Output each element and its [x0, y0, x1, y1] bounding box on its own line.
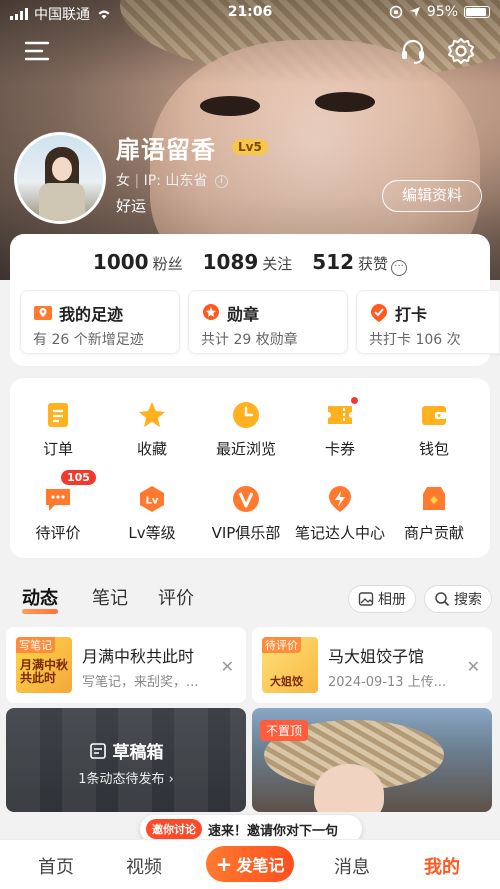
lightning-icon: [329, 486, 351, 512]
vip-icon: [233, 486, 259, 512]
username: 扉语留香: [116, 136, 216, 164]
feed-thumb-text: 月满中秋共此时: [20, 658, 69, 685]
coupon-red-dot: [350, 396, 359, 405]
close-icon[interactable]: ✕: [221, 657, 234, 676]
grid-item-orders[interactable]: 订单: [10, 400, 106, 459]
user-subinfo: 女 | IP: 山东省 i: [116, 170, 228, 190]
feed-tag: 待评价: [262, 637, 301, 653]
promo-chip: 邀你讨论: [146, 819, 202, 839]
feed-tag: 写笔记: [16, 637, 55, 653]
feed-title: 月满中秋共此时: [82, 647, 195, 666]
medal-title: 勋章: [227, 305, 260, 324]
nav-home[interactable]: 首页: [38, 853, 74, 879]
medal-card[interactable]: 勋章 共计 29 枚勋章: [188, 290, 348, 354]
feed-sub: 写笔记，来刮奖，...: [82, 675, 199, 690]
grid-item-wallet[interactable]: 钱包: [386, 400, 482, 459]
level-badge[interactable]: Lv5: [232, 139, 268, 155]
grid-item-merchant-contribution[interactable]: 商户贡献: [386, 484, 482, 543]
battery-icon: [464, 6, 490, 18]
drafts-sub: 1条动态待发布: [78, 772, 165, 787]
pending-review-count-badge: 105: [61, 470, 96, 485]
grid-item-favorites[interactable]: 收藏: [104, 400, 200, 459]
nav-video[interactable]: 视频: [126, 853, 162, 879]
comment-icon: [46, 489, 70, 511]
chevron-right-icon: ›: [168, 772, 174, 787]
tab-notes[interactable]: 笔记: [92, 584, 128, 610]
rotation-lock-icon: [389, 5, 403, 19]
ip-location: IP: 山东省: [143, 173, 208, 189]
feed-thumb-text: 大姐饺: [270, 675, 303, 688]
pin-label[interactable]: 不置顶: [260, 720, 309, 741]
gender-label: 女: [116, 173, 130, 189]
feed-sub: 2024-09-13 上传...: [328, 675, 447, 690]
close-icon[interactable]: ✕: [467, 657, 480, 676]
followers-stat[interactable]: 1000 粉丝: [93, 250, 183, 274]
nav-me[interactable]: 我的: [424, 853, 460, 879]
wallet-icon: [422, 406, 446, 425]
tab-reviews[interactable]: 评价: [158, 584, 194, 610]
grid-item-coupons[interactable]: 卡券: [292, 396, 388, 459]
more-icon[interactable]: ···: [391, 260, 408, 276]
footprint-title: 我的足迹: [59, 305, 124, 324]
medal-icon: [203, 304, 219, 320]
checkin-sub: 共打卡 106 次: [369, 332, 461, 348]
nav-messages[interactable]: 消息: [334, 853, 370, 879]
footprint-sub: 有 26 个新增足迹: [33, 332, 144, 348]
feed-thumb: 写笔记 月满中秋共此时: [16, 637, 72, 693]
services-grid: 订单 收藏 最近浏览 卡券 钱包 105 待评价 Lv Lv等级 VIP俱乐部 …: [10, 378, 490, 558]
stats-card: 1000 粉丝 1089 关注 512 获赞 ··· 我的足迹 有 26 个新增足迹 勋…: [10, 234, 500, 366]
photo-post-card[interactable]: 不置顶: [252, 708, 492, 812]
post-note-label: 发笔记: [236, 856, 285, 875]
footprint-card[interactable]: 我的足迹 有 26 个新增足迹: [20, 290, 180, 354]
menu-icon[interactable]: [22, 36, 52, 66]
promo-text: 速来！邀请你对下一句: [208, 823, 339, 839]
plus-icon: +: [215, 852, 233, 876]
grid-item-vip[interactable]: VIP俱乐部: [198, 484, 294, 543]
checkin-title: 打卡: [395, 305, 428, 324]
tab-activity[interactable]: 动态: [22, 584, 58, 614]
feed-title: 马大姐饺子馆: [328, 647, 425, 666]
ticket-icon: [328, 406, 352, 424]
battery-percent: 95%: [426, 4, 458, 20]
clock-icon: [233, 402, 259, 428]
bottom-nav: 首页 视频 + 发笔记 消息 我的: [0, 839, 500, 889]
drafts-title: 草稿箱: [112, 743, 164, 763]
customer-service-icon[interactable]: [398, 36, 428, 66]
grid-item-recent[interactable]: 最近浏览: [198, 400, 294, 459]
search-icon: [435, 592, 450, 607]
checkin-card[interactable]: 打卡 共打卡 106 次: [356, 290, 500, 354]
checkin-icon: [371, 304, 387, 322]
avatar[interactable]: [14, 132, 106, 224]
shop-icon: [423, 487, 445, 510]
settings-gear-icon[interactable]: [446, 36, 476, 66]
album-button[interactable]: 相册: [348, 585, 416, 613]
star-icon: [139, 402, 165, 427]
search-label: 搜索: [454, 592, 482, 608]
map-pin-icon: [34, 306, 52, 320]
user-bio: 好运: [116, 197, 147, 215]
info-icon[interactable]: i: [214, 174, 228, 188]
grid-item-level[interactable]: Lv Lv等级: [104, 484, 200, 543]
status-bar: 中国联通 21:06 95%: [0, 0, 500, 26]
post-note-button[interactable]: + 发笔记: [206, 846, 294, 882]
image-icon: [358, 592, 374, 606]
medal-sub: 共计 29 枚勋章: [201, 332, 298, 348]
feed-card-note-prompt[interactable]: 写笔记 月满中秋共此时 月满中秋共此时 写笔记，来刮奖，... ✕: [6, 627, 246, 703]
order-icon: [48, 403, 68, 427]
following-stat[interactable]: 1089 关注: [203, 250, 293, 274]
likes-stat[interactable]: 512 获赞 ···: [312, 250, 408, 276]
grid-item-pending-review[interactable]: 105 待评价: [10, 470, 106, 543]
feed-thumb: 待评价 大姐饺: [262, 637, 318, 693]
edit-profile-button[interactable]: 编辑资料: [382, 180, 482, 212]
drafts-card[interactable]: 草稿箱 1条动态待发布 ›: [6, 708, 246, 812]
svg-text:Lv: Lv: [146, 496, 159, 507]
location-arrow-icon: [409, 7, 420, 17]
feed-card-pending-review[interactable]: 待评价 大姐饺 马大姐饺子馆 2024-09-13 上传... ✕: [252, 627, 492, 703]
draft-box-icon: [89, 742, 106, 759]
search-button[interactable]: 搜索: [424, 585, 492, 613]
album-label: 相册: [378, 592, 406, 608]
grid-item-note-expert[interactable]: 笔记达人中心: [292, 484, 388, 543]
level-icon: Lv: [140, 486, 164, 512]
